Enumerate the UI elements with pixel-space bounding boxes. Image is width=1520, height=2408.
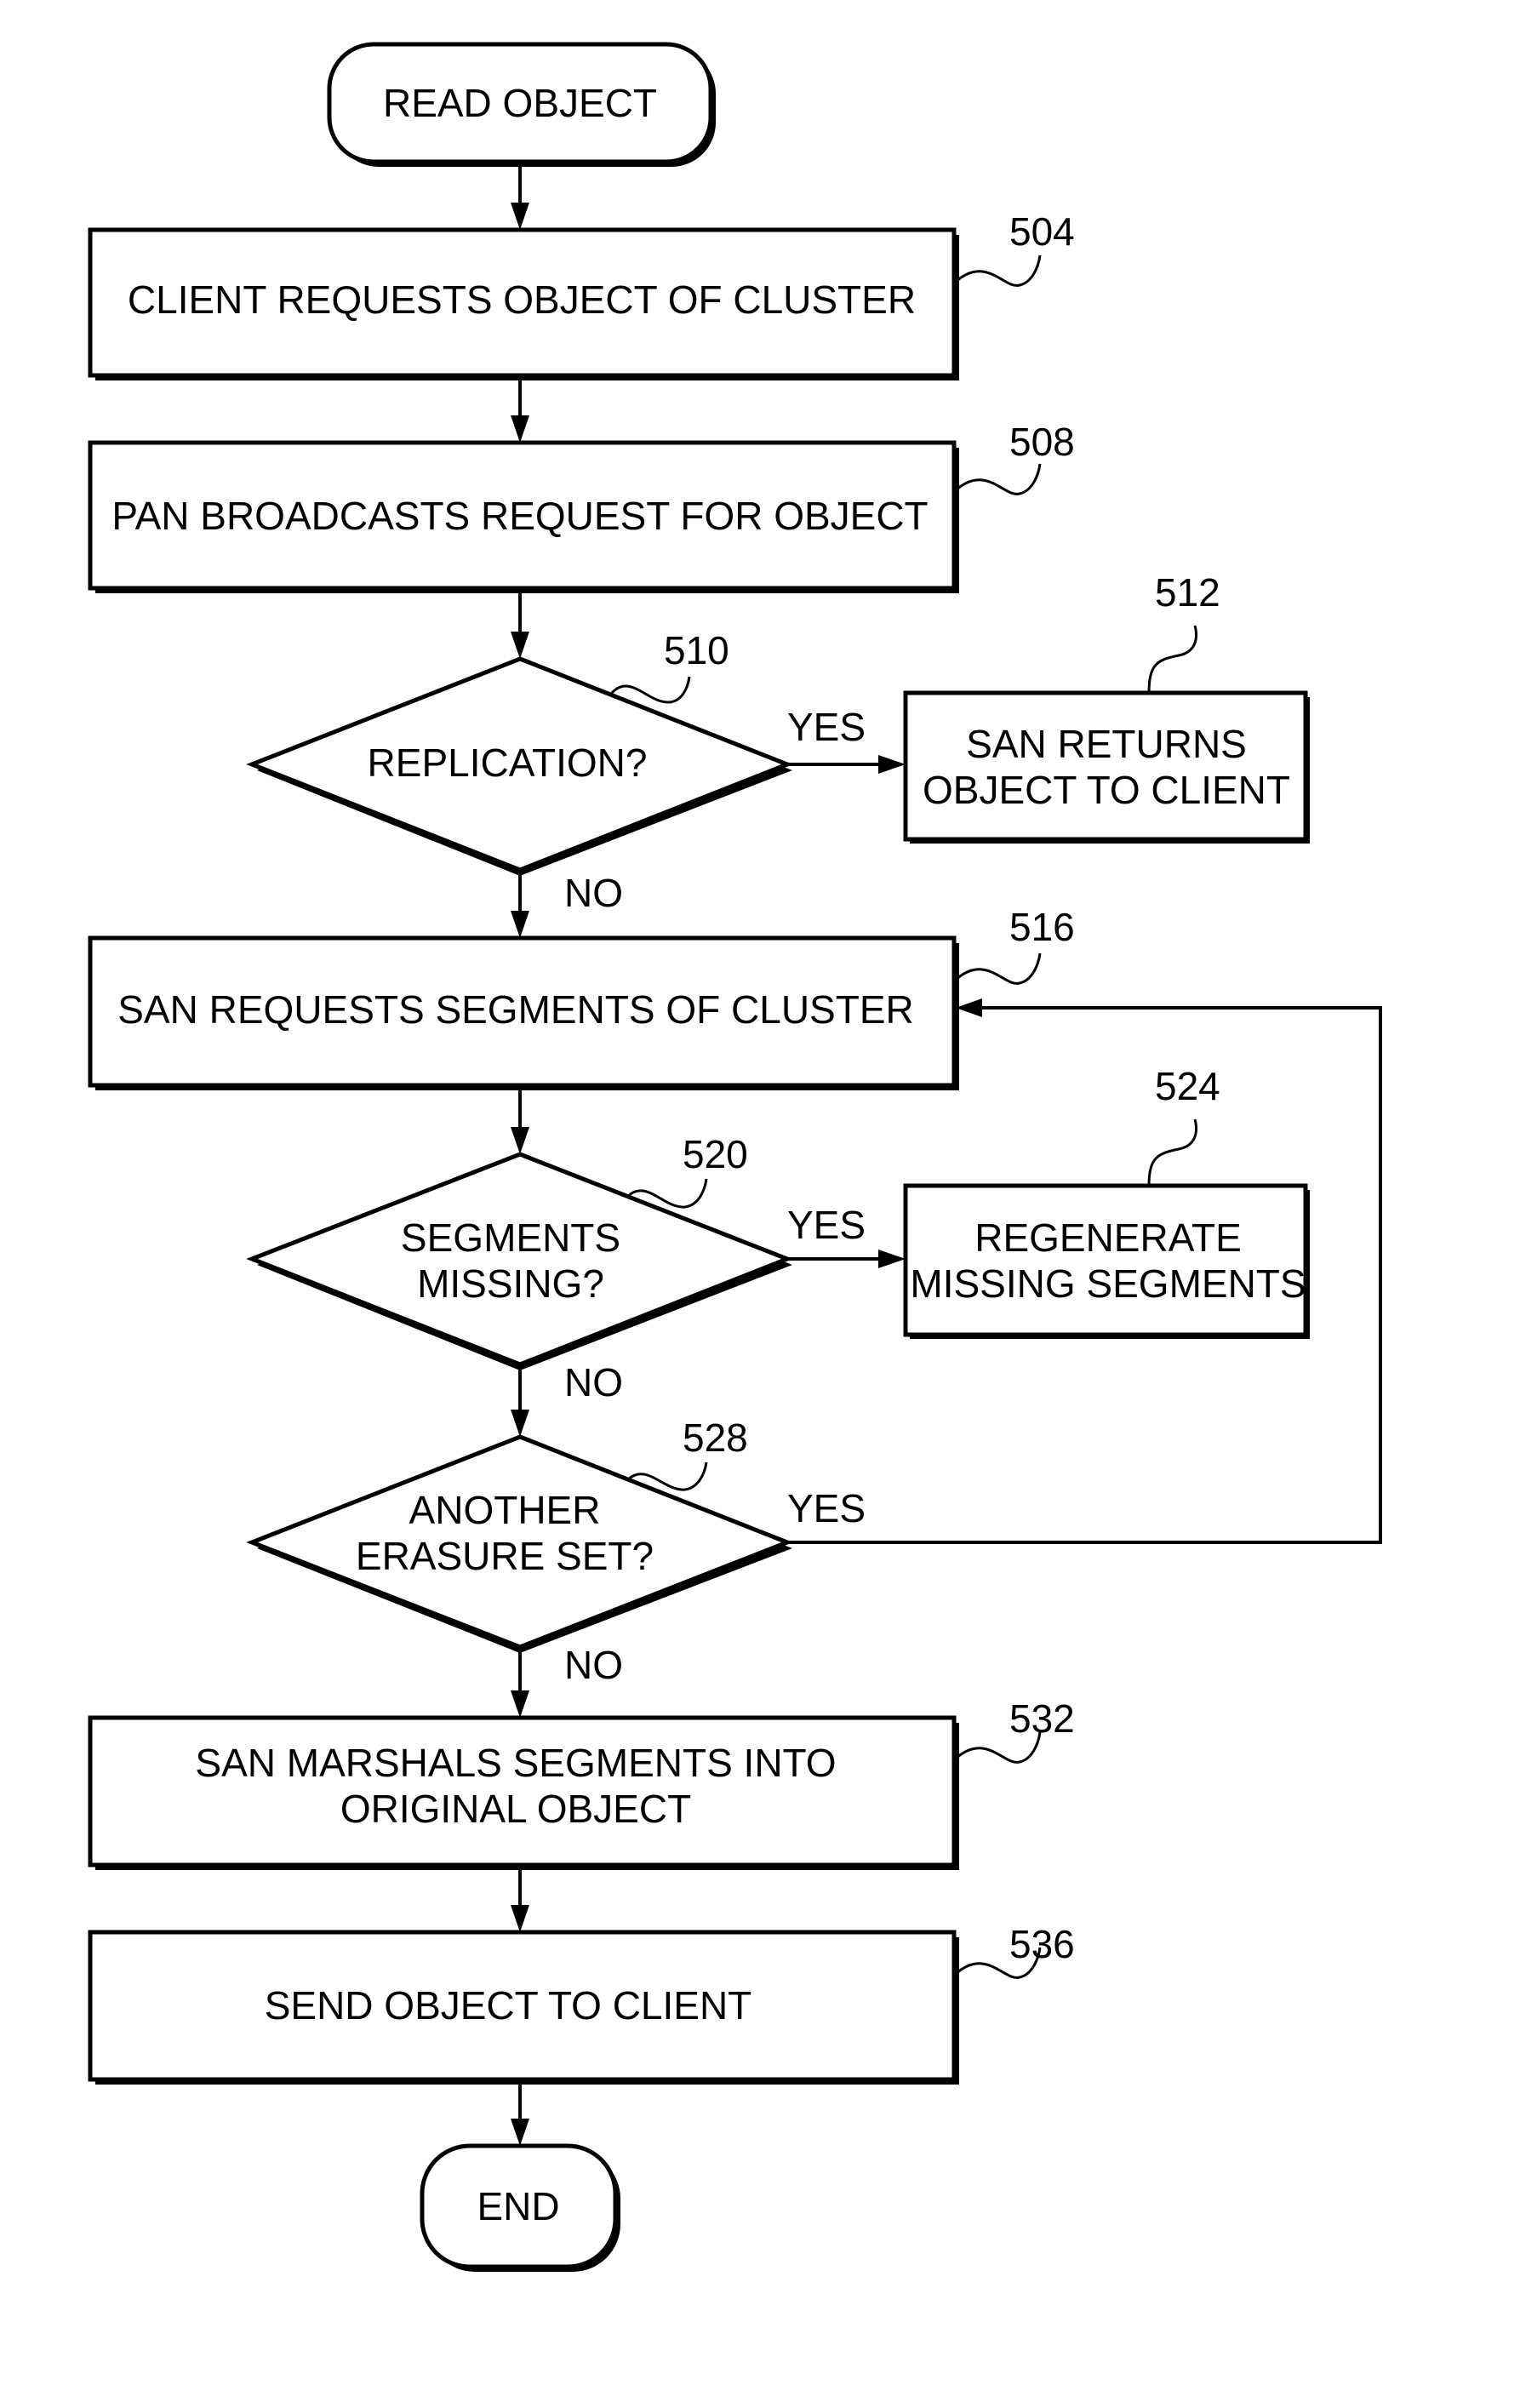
ref-536: 536 xyxy=(1009,1922,1075,1966)
ref-516: 516 xyxy=(1009,905,1075,949)
step-536: SEND OBJECT TO CLIENT 536 xyxy=(88,1922,1075,2085)
arrow-528-to-532 xyxy=(511,1647,529,1718)
decision-528-label-line2: ERASURE SET? xyxy=(356,1534,654,1578)
step-524: REGENERATE MISSING SEGMENTS 524 xyxy=(903,1064,1310,1339)
arrow-536-to-end xyxy=(511,2085,529,2146)
step-524-label-line2: MISSING SEGMENTS xyxy=(910,1261,1306,1306)
decision-510-yes: YES xyxy=(787,705,866,749)
arrow-start-to-504 xyxy=(511,166,529,230)
arrow-508-to-510 xyxy=(511,593,529,659)
decision-528-no: NO xyxy=(564,1643,623,1687)
step-536-label: SEND OBJECT TO CLIENT xyxy=(265,1983,752,2028)
ref-520: 520 xyxy=(683,1132,748,1176)
decision-520-label-line2: MISSING? xyxy=(417,1261,604,1306)
step-512-label-line1: SAN RETURNS xyxy=(966,722,1247,766)
ref-528: 528 xyxy=(683,1416,748,1460)
step-532-label-line2: ORIGINAL OBJECT xyxy=(340,1787,691,1831)
decision-528-yes: YES xyxy=(787,1486,866,1530)
decision-520-no: NO xyxy=(564,1360,623,1404)
step-532-label-line1: SAN MARSHALS SEGMENTS INTO xyxy=(195,1741,836,1785)
step-516-label: SAN REQUESTS SEGMENTS OF CLUSTER xyxy=(117,987,913,1032)
arrow-520-to-524 xyxy=(787,1250,906,1268)
arrow-504-to-508 xyxy=(511,380,529,443)
arrow-516-to-520 xyxy=(511,1090,529,1154)
step-504: CLIENT REQUESTS OBJECT OF CLUSTER 504 xyxy=(88,209,1075,380)
ref-524: 524 xyxy=(1155,1064,1220,1108)
arrow-510-to-512 xyxy=(787,755,906,774)
step-512: SAN RETURNS OBJECT TO CLIENT 512 xyxy=(903,570,1310,844)
arrow-532-to-536 xyxy=(511,1870,529,1932)
ref-512: 512 xyxy=(1155,570,1220,615)
decision-510-no: NO xyxy=(564,871,623,915)
step-508: PAN BROADCASTS REQUEST FOR OBJECT 508 xyxy=(88,420,1075,593)
start-terminator: READ OBJECT xyxy=(327,42,716,167)
step-532: SAN MARSHALS SEGMENTS INTO ORIGINAL OBJE… xyxy=(88,1696,1075,1870)
step-516: SAN REQUESTS SEGMENTS OF CLUSTER 516 xyxy=(88,905,1075,1090)
decision-528-label-line1: ANOTHER xyxy=(409,1488,601,1532)
step-508-label: PAN BROADCASTS REQUEST FOR OBJECT xyxy=(111,494,928,538)
decision-510: REPLICATION? 510 YES NO xyxy=(246,628,866,915)
end-label: END xyxy=(477,2184,559,2228)
step-512-label-line2: OBJECT TO CLIENT xyxy=(923,768,1290,812)
step-504-label: CLIENT REQUESTS OBJECT OF CLUSTER xyxy=(128,277,916,322)
ref-508: 508 xyxy=(1009,420,1075,464)
arrow-510-to-516 xyxy=(511,870,529,938)
decision-520-yes: YES xyxy=(787,1203,866,1247)
decision-510-label: REPLICATION? xyxy=(368,741,648,785)
start-label: READ OBJECT xyxy=(383,81,657,125)
ref-532: 532 xyxy=(1009,1696,1075,1741)
decision-520-label-line1: SEGMENTS xyxy=(401,1215,620,1260)
ref-510: 510 xyxy=(664,628,729,672)
arrow-520-to-528 xyxy=(511,1364,529,1437)
decision-520: SEGMENTS MISSING? 520 YES NO xyxy=(246,1132,866,1404)
step-524-label-line1: REGENERATE xyxy=(974,1215,1242,1260)
decision-528: ANOTHER ERASURE SET? 528 YES NO xyxy=(246,1416,866,1687)
end-terminator: END xyxy=(420,2143,620,2272)
flowchart: READ OBJECT CLIENT REQUESTS OBJECT OF CL… xyxy=(88,42,1382,2272)
ref-504: 504 xyxy=(1009,209,1075,254)
